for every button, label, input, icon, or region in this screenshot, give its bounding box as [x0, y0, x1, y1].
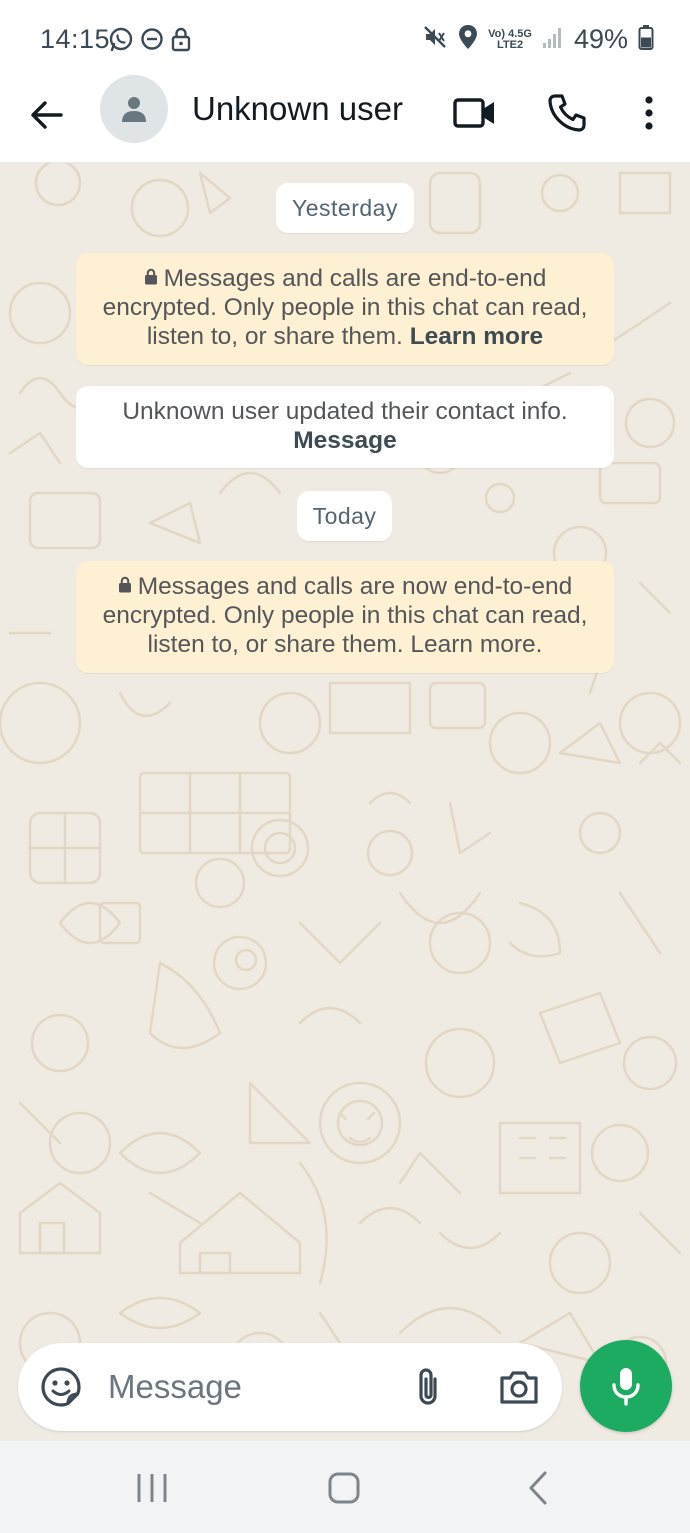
video-call-icon — [453, 98, 494, 128]
back-button[interactable] — [24, 92, 70, 138]
status-right: Vo) 4.5G LTE2 49% — [422, 24, 654, 55]
more-vert-icon — [645, 96, 653, 130]
signal-icon — [542, 25, 564, 54]
network-bottom-text: LTE2 — [497, 38, 524, 51]
home-button[interactable] — [314, 1465, 374, 1511]
recents-icon — [137, 1474, 167, 1502]
microphone-icon — [612, 1368, 640, 1406]
message-input[interactable] — [108, 1363, 378, 1411]
status-bar: 14:15 Vo) 4.5G LTE2 49% — [0, 0, 690, 78]
message-link[interactable]: Message — [293, 427, 397, 454]
status-time: 14:15 — [40, 24, 111, 54]
lock-icon — [144, 268, 157, 285]
date-chip-yesterday: Yesterday — [276, 183, 414, 233]
status-left-icons — [108, 26, 192, 57]
sticker-icon — [41, 1367, 81, 1407]
nav-back-icon — [529, 1471, 547, 1505]
message-composer — [18, 1343, 562, 1431]
avatar-icon — [122, 97, 146, 122]
more-options-button[interactable] — [624, 88, 674, 138]
encryption-notice-line2: encrypted. Only people in this chat can … — [102, 294, 588, 321]
mute-icon — [422, 24, 448, 55]
avatar[interactable] — [100, 75, 168, 143]
paperclip-icon — [419, 1368, 437, 1405]
system-nav-bar — [0, 1441, 690, 1533]
learn-more-link[interactable]: Learn more — [410, 323, 543, 350]
video-call-button[interactable] — [450, 88, 500, 138]
camera-button[interactable] — [496, 1363, 542, 1411]
chat-header: Unknown user — [0, 75, 690, 163]
battery-icon — [638, 24, 654, 55]
whatsapp-icon — [108, 26, 134, 57]
back-arrow-icon — [31, 101, 63, 129]
phone-icon — [548, 94, 586, 132]
do-not-disturb-icon — [140, 27, 164, 56]
network-top-text: Vo) 4.5G — [488, 27, 532, 40]
encryption-update-line2: encrypted. Only people in this chat can … — [102, 602, 588, 629]
lock-icon — [170, 26, 192, 57]
lock-icon — [118, 576, 131, 593]
attach-button[interactable] — [406, 1363, 450, 1411]
network-indicator: Vo) 4.5G LTE2 — [488, 27, 532, 51]
voice-call-button[interactable] — [542, 88, 592, 138]
encryption-notice-line1: Messages and calls are end-to-end — [163, 265, 547, 292]
encryption-update-notice[interactable]: Messages and calls are now end-to-end en… — [76, 561, 614, 673]
contact-name[interactable]: Unknown user — [192, 90, 403, 128]
contact-update-text: Unknown user updated their contact info. — [122, 398, 568, 425]
contact-update-notice: Unknown user updated their contact info.… — [76, 386, 614, 468]
voice-message-button[interactable] — [580, 1340, 672, 1432]
battery-percent: 49% — [573, 24, 628, 54]
chat-area[interactable]: Yesterday Messages and calls are end-to-… — [0, 163, 690, 1441]
encryption-notice[interactable]: Messages and calls are end-to-end encryp… — [76, 253, 614, 365]
encryption-update-line3: listen to, or share them. Learn more. — [147, 631, 543, 658]
location-icon — [458, 24, 478, 55]
recents-button[interactable] — [122, 1465, 182, 1511]
date-chip-today: Today — [297, 491, 392, 541]
encryption-notice-line3: listen to, or share them. — [146, 323, 403, 350]
system-back-button[interactable] — [508, 1465, 568, 1511]
home-icon — [328, 1472, 360, 1504]
encryption-update-line1: Messages and calls are now end-to-end — [137, 573, 573, 600]
camera-icon — [500, 1371, 538, 1404]
sticker-button[interactable] — [38, 1364, 84, 1410]
